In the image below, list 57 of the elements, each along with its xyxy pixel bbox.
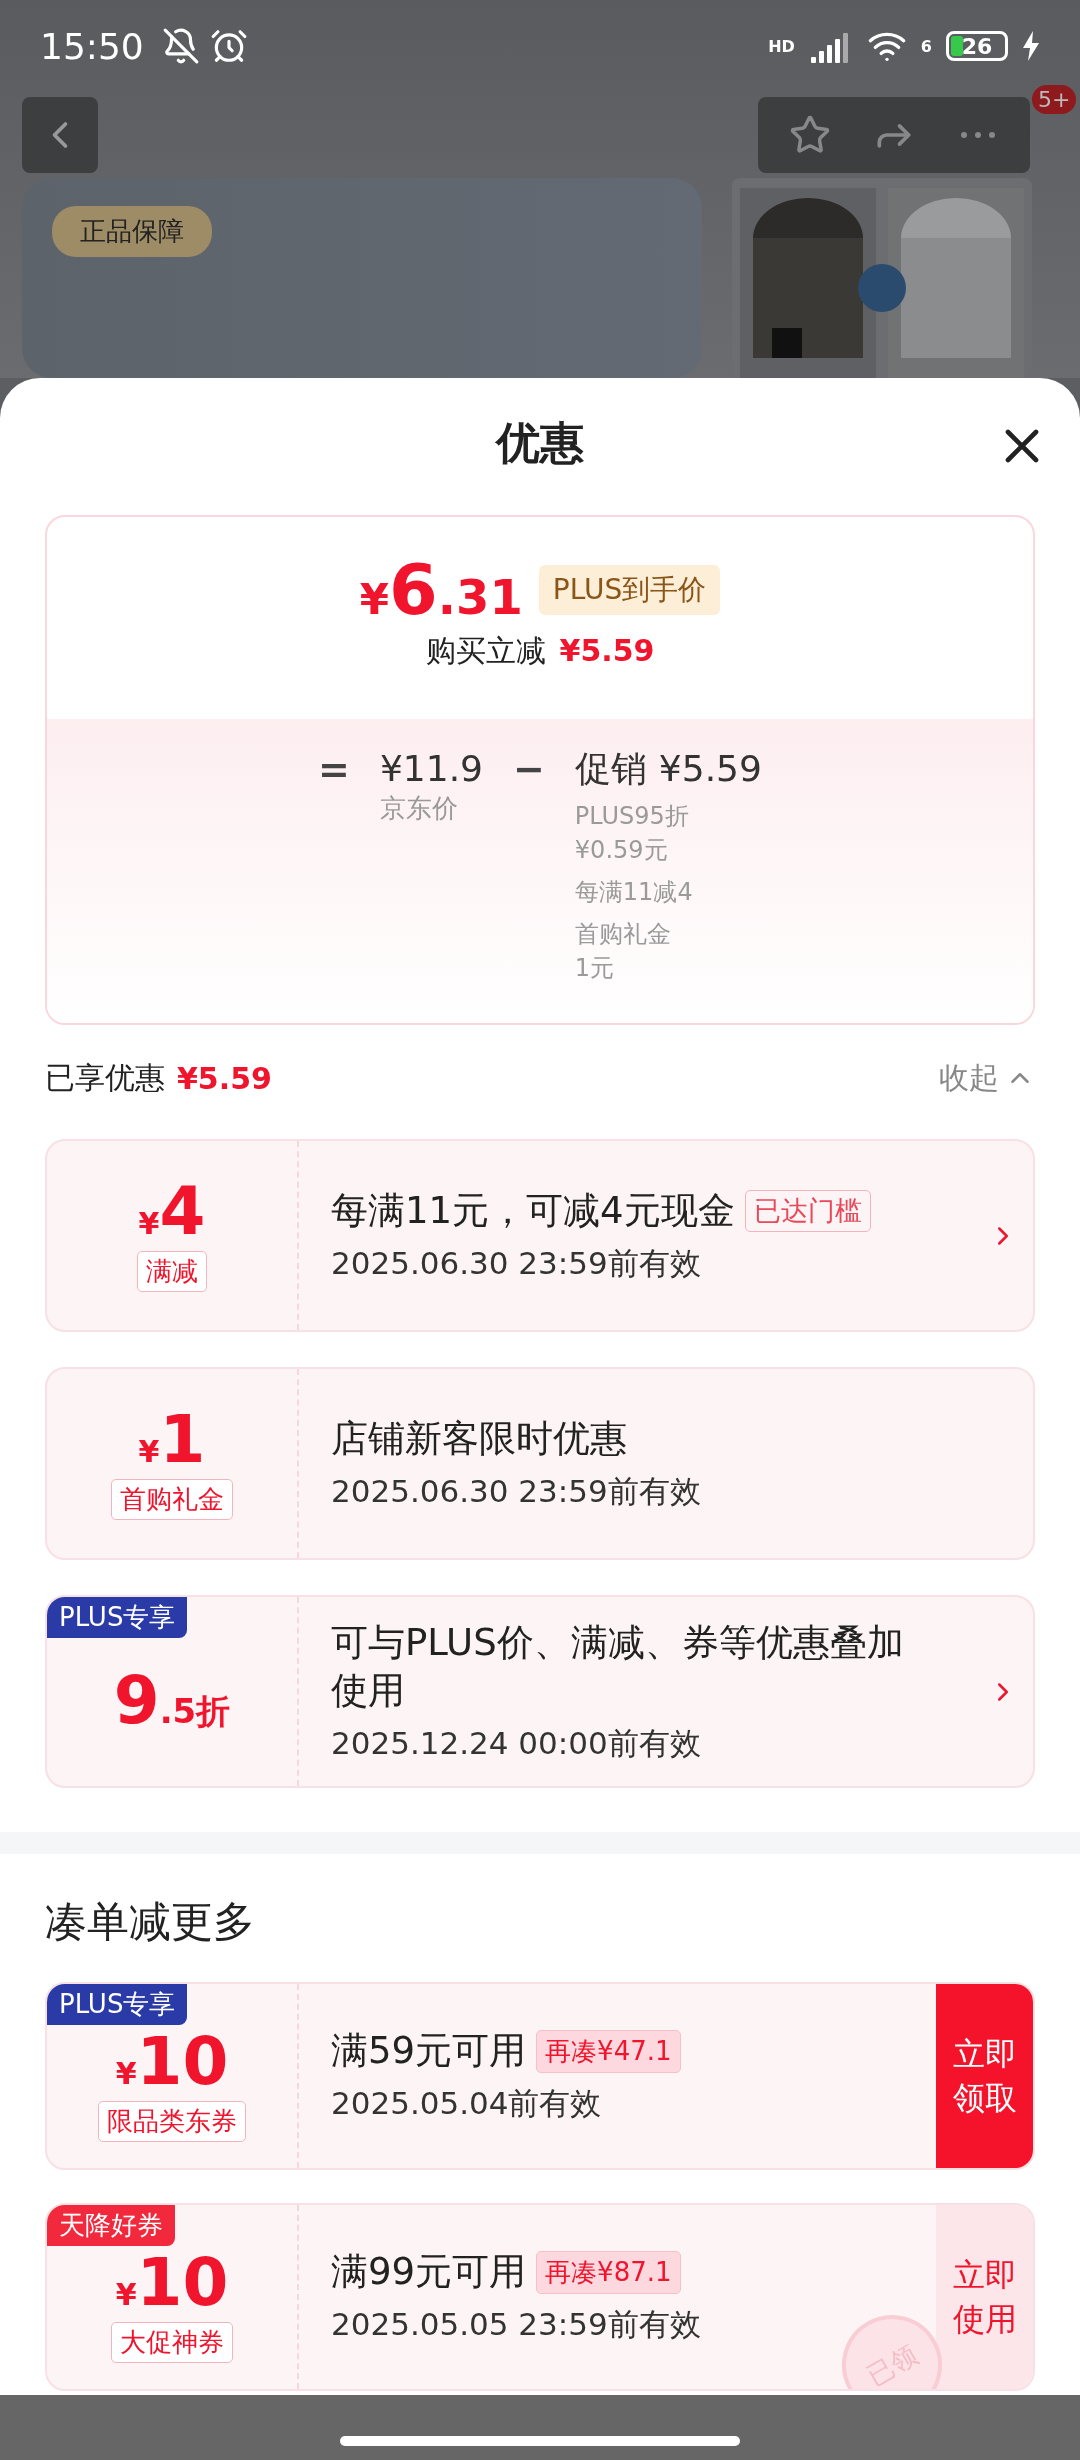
sheet-title: 优惠 [496,416,584,470]
discount-tag: 首购礼金 [111,1479,233,1520]
coupon-title: 满59元可用 [331,2028,527,2074]
status-tag: 已达门槛 [744,1189,871,1232]
coupon-tag: 大促神券 [111,2321,233,2363]
authentic-badge: 正品保障 [52,206,212,257]
coupon-title: 满99元可用 [331,2249,527,2295]
minus-sign: − [513,747,545,793]
remaining-tag: 再凑¥47.1 [536,2029,681,2073]
corner-tag: 天降好券 [47,2205,175,2246]
network-label: HD [768,36,795,56]
discount-title: 可与PLUS价、满减、券等优惠叠加使用 [331,1619,905,1714]
equals-sign: = [318,747,350,793]
promo-label: 促销 [574,747,647,791]
enjoyed-label: 已享优惠 [45,1058,165,1097]
expiry-text: 2025.05.04前有效 [331,2084,603,2123]
promo-detail: PLUS95折 ¥0.59元 [574,801,690,866]
enjoyed-amount: ¥5.59 [177,1060,272,1096]
discount-tag: 满减 [137,1251,207,1292]
corner-tag: PLUS专享 [47,1984,188,2025]
coupon-tag: 限品类东券 [98,2100,246,2142]
final-price: ¥6.31 [359,555,523,625]
amount: 9.5折 [113,1668,231,1735]
clock-time: 15:50 [40,25,144,67]
coupon-action-button[interactable]: 立即领取 [936,1984,1033,2168]
collapse-toggle[interactable]: 收起 [939,1057,1035,1099]
section-title: 凑单减更多 [44,1896,256,1946]
coupon-action-button[interactable]: 立即使用 [936,2205,1033,2389]
back-button[interactable] [22,97,98,174]
charging-icon [1022,31,1040,62]
remaining-tag: 再凑¥87.1 [536,2250,681,2294]
amount: ¥10 [115,2249,229,2316]
discount-card[interactable]: PLUS专享 9.5折 可与PLUS价、满减、券等优惠叠加使用 2025.12.24 00:00前有效 [45,1595,1035,1788]
expiry-text: 2025.06.30 23:59前有效 [331,1471,702,1511]
promo-detail: 每满11减4 [574,877,694,908]
expiry-text: 2025.12.24 00:00前有效 [331,1723,702,1763]
bell-off-icon [161,27,200,66]
discount-card[interactable]: ¥1 首购礼金 店铺新客限时优惠 2025.06.30 23:59前有效 [45,1367,1035,1560]
base-price: ¥11.9 [379,747,483,791]
promo-amount: ¥5.59 [658,747,762,791]
saving-amount: ¥5.59 [559,633,655,668]
discount-title: 店铺新客限时优惠 [331,1415,627,1462]
wifi-label: 6 [920,36,932,56]
base-price-label: 京东价 [379,792,459,825]
expiry-text: 2025.06.30 23:59前有效 [331,1243,702,1283]
notification-badge: 5+ [1032,85,1077,115]
discount-title: 每满11元，可减4元现金 [331,1187,735,1234]
discount-card[interactable]: ¥4 满减 每满11元，可减4元现金 已达门槛 2025.06.30 23:59前有效 [45,1139,1035,1332]
battery-icon: 26 [946,31,1008,62]
expiry-text: 2025.05.05 23:59前有效 [331,2305,702,2344]
amount: ¥10 [115,2028,229,2095]
corner-tag: PLUS专享 [47,1597,188,1638]
amount: ¥1 [138,1407,206,1473]
amount: ¥4 [138,1179,206,1245]
promo-detail: 首购礼金 1元 [574,919,672,984]
plus-price-badge: PLUS到手价 [538,565,721,615]
saving-label: 购买立减 [425,632,546,670]
